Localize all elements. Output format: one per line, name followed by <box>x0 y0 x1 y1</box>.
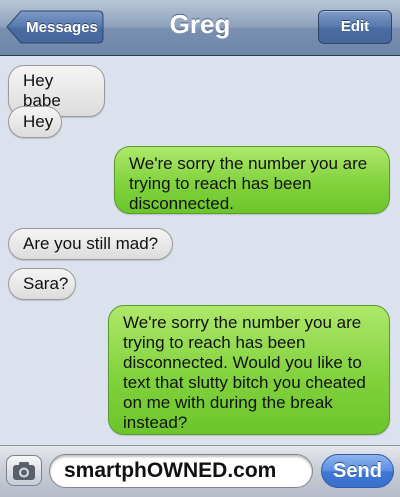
message-bubble-received: Hey <box>8 106 62 138</box>
edit-button[interactable]: Edit <box>318 10 392 44</box>
message-thread[interactable]: Hey babe Hey We're sorry the number you … <box>0 56 400 445</box>
compose-bar: smartphOWNED.com Send <box>0 445 400 497</box>
navigation-bar: Messages Greg Edit <box>0 0 400 56</box>
message-bubble-received: Sara? <box>8 268 76 300</box>
message-bubble-sent: We're sorry the number you are trying to… <box>114 146 390 214</box>
message-bubble-received: Are you still mad? <box>8 228 173 260</box>
message-input[interactable]: smartphOWNED.com <box>49 454 313 488</box>
camera-icon <box>13 462 35 480</box>
send-button[interactable]: Send <box>321 454 394 488</box>
message-bubble-sent: We're sorry the number you are trying to… <box>108 305 390 435</box>
camera-button[interactable] <box>6 455 42 486</box>
